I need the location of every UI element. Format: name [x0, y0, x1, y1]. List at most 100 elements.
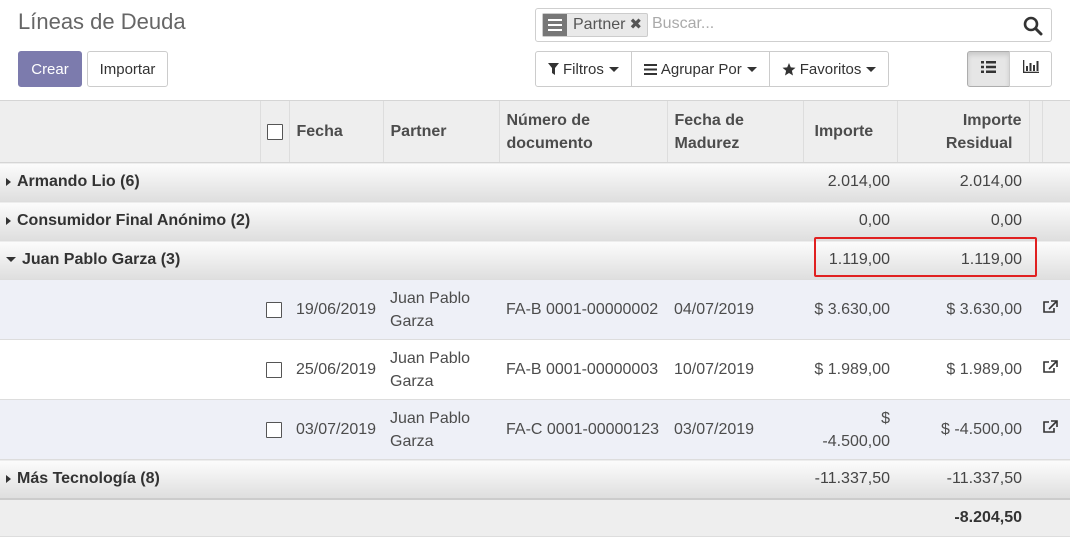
cell-spacer [1029, 279, 1042, 340]
column-residual-line2: Residual [945, 134, 1013, 152]
cell-date: 03/07/2019 [289, 399, 383, 460]
column-residual[interactable]: Importe Residual [896, 100, 1029, 163]
group-row[interactable]: Consumidor Final Anónimo (2) 0,00 0,00 [0, 201, 1070, 241]
filters-label: Filtros [563, 60, 604, 78]
cell-document: FA-B 0001-00000002 [499, 279, 667, 340]
cell-residual: $ -4.500,00 [897, 399, 1029, 460]
totals-spacer [0, 497, 897, 537]
select-all-checkbox[interactable] [266, 123, 283, 140]
cell-residual: $ 3.630,00 [897, 279, 1029, 340]
header-spacer [0, 100, 260, 163]
group-row[interactable]: Armando Lio (6) 2.014,00 2.014,00 [0, 162, 1070, 202]
group-empty [1029, 201, 1070, 241]
table-row[interactable]: 03/07/2019 Juan Pablo Garza FA-C 0001-000… [0, 399, 1070, 460]
cell-partner: Juan Pablo Garza [383, 279, 499, 340]
group-residual: 2.014,00 [897, 162, 1029, 202]
column-maturity-date[interactable]: Fecha de Madurez [666, 100, 803, 163]
cell-open[interactable] [1042, 399, 1070, 460]
chart-icon [1022, 60, 1039, 78]
row-checkbox[interactable] [266, 421, 282, 438]
create-button[interactable]: Crear [18, 51, 82, 87]
row-select-cell[interactable] [260, 279, 289, 340]
cell-partner-line2: Garza [390, 372, 434, 390]
column-document-number-line1: Número de [506, 111, 591, 129]
header-select-all[interactable] [259, 100, 289, 163]
group-by-label: Agrupar Por [660, 60, 742, 78]
group-by-icon [543, 14, 567, 36]
row-select-cell[interactable] [260, 399, 289, 460]
filters-button[interactable]: Filtros [535, 51, 632, 87]
table-row[interactable]: 25/06/2019 Juan Pablo Garza FA-B 0001-000… [0, 339, 1070, 400]
table-row[interactable]: 19/06/2019 Juan Pablo Garza FA-B 0001-000… [0, 279, 1070, 340]
row-checkbox[interactable] [266, 301, 282, 318]
search-input[interactable] [652, 15, 1012, 33]
graph-view-button[interactable] [1009, 51, 1052, 87]
row-indent [0, 339, 260, 400]
cell-partner-line1: Juan Pablo [390, 409, 471, 427]
cell-open[interactable] [1042, 279, 1070, 340]
header-open-column [1041, 100, 1070, 163]
cell-amount: $ -4.500,00 [803, 399, 897, 460]
group-name: Juan Pablo Garza (3) [22, 251, 181, 268]
search-bar[interactable]: Partner ✖ [535, 8, 1052, 42]
search-icon[interactable] [1023, 16, 1043, 36]
cell-amount: $ 3.630,00 [803, 279, 897, 340]
chevron-down-icon [608, 66, 619, 72]
search-facet[interactable]: Partner ✖ [542, 13, 649, 37]
external-link-icon[interactable] [1042, 420, 1058, 434]
caret-right-icon [6, 474, 11, 483]
group-residual: 0,00 [897, 201, 1029, 241]
column-date[interactable]: Fecha [288, 100, 383, 163]
group-row-expanded[interactable]: Juan Pablo Garza (3) 1.119,00 1.119,00 [0, 240, 1070, 280]
group-empty [1029, 240, 1070, 280]
cell-partner-line2: Garza [390, 312, 434, 330]
column-maturity-line1: Fecha de [674, 111, 744, 129]
group-header[interactable]: Armando Lio (6) [0, 162, 803, 202]
external-link-icon[interactable] [1042, 360, 1058, 374]
view-switcher [967, 51, 1052, 87]
row-select-cell[interactable] [260, 339, 289, 400]
row-indent [0, 399, 260, 460]
total-residual: -8.204,50 [897, 497, 1029, 537]
column-partner[interactable]: Partner [382, 100, 499, 163]
group-header[interactable]: Más Tecnología (8) [0, 459, 803, 499]
caret-right-icon [6, 177, 11, 186]
cell-residual: $ 1.989,00 [897, 339, 1029, 400]
cell-date: 19/06/2019 [289, 279, 383, 340]
column-amount[interactable]: Importe [802, 100, 897, 163]
cell-document: FA-C 0001-00000123 [499, 399, 667, 460]
cell-open[interactable] [1042, 339, 1070, 400]
close-icon[interactable]: ✖ [629, 14, 647, 36]
page-title: Líneas de Deuda [18, 9, 186, 34]
favorites-button[interactable]: Favoritos [768, 51, 890, 87]
cell-spacer [1029, 339, 1042, 400]
cell-partner: Juan Pablo Garza [383, 339, 499, 400]
caret-down-icon [6, 257, 16, 263]
column-document-number[interactable]: Número de documento [498, 100, 667, 163]
group-amount: -11.337,50 [803, 459, 897, 499]
group-header[interactable]: Juan Pablo Garza (3) [0, 240, 803, 280]
cell-maturity: 04/07/2019 [667, 279, 803, 340]
table-header: Fecha Partner Número de documento Fecha d… [0, 100, 1070, 163]
group-amount: 0,00 [803, 201, 897, 241]
cell-partner-line2: Garza [390, 432, 434, 450]
row-checkbox[interactable] [266, 361, 282, 378]
external-link-icon[interactable] [1042, 300, 1058, 314]
group-row[interactable]: Más Tecnología (8) -11.337,50 -11.337,50 [0, 459, 1070, 499]
import-button[interactable]: Importar [87, 51, 168, 87]
group-amount: 2.014,00 [803, 162, 897, 202]
cell-document: FA-B 0001-00000003 [499, 339, 667, 400]
cell-partner-line1: Juan Pablo [390, 289, 471, 307]
group-by-button[interactable]: Agrupar Por [630, 51, 770, 87]
cell-maturity: 03/07/2019 [667, 399, 803, 460]
group-empty [1029, 459, 1070, 499]
debt-lines-table: Fecha Partner Número de documento Fecha d… [0, 100, 1070, 537]
group-header[interactable]: Consumidor Final Anónimo (2) [0, 201, 803, 241]
group-residual: -11.337,50 [897, 459, 1029, 499]
cell-maturity: 10/07/2019 [667, 339, 803, 400]
chevron-down-icon [746, 66, 757, 72]
chevron-down-icon [866, 66, 877, 72]
search-facet-label: Partner [573, 16, 626, 33]
list-view-button[interactable] [967, 51, 1010, 87]
star-icon [782, 62, 796, 76]
